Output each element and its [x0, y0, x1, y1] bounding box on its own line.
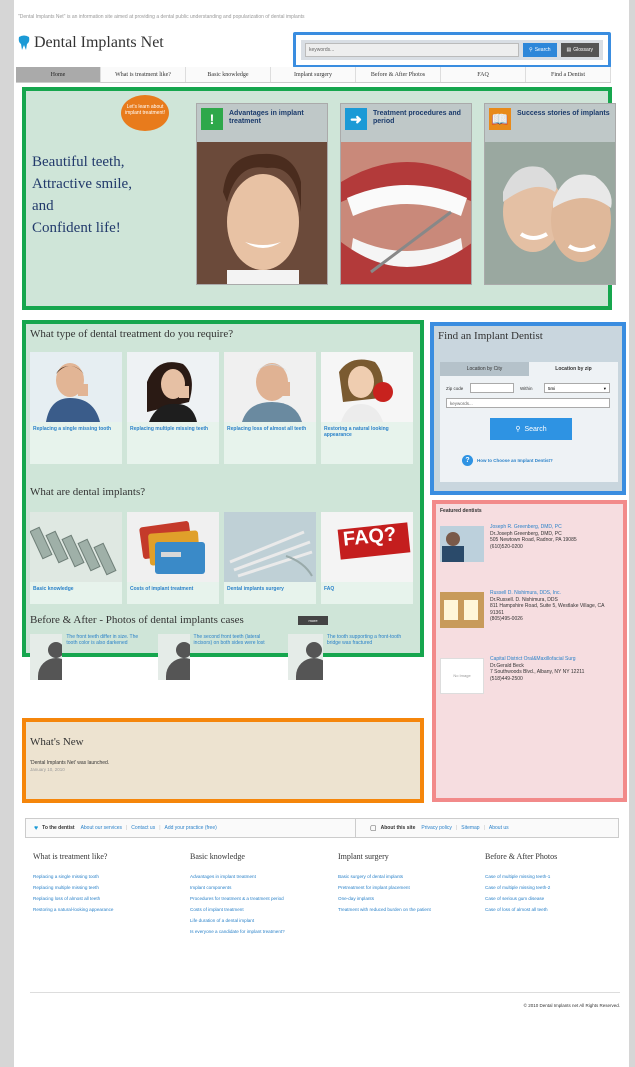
man-pain-image: [30, 352, 122, 422]
office-photo-image: [440, 592, 484, 628]
elderly-man-pain-image: [224, 352, 316, 422]
treatment-card-multiple[interactable]: Replacing multiple missing teeth: [127, 352, 219, 464]
book-icon: ▤: [566, 47, 572, 53]
search-button[interactable]: ⚲ Search: [523, 43, 557, 57]
whats-new-title: What's New: [30, 736, 84, 748]
dental-tools-image: [224, 512, 316, 582]
person-silhouette-icon: [30, 634, 63, 680]
implant-card-faq[interactable]: FAQ? FAQ: [321, 512, 413, 604]
dentist-photo-image: [440, 526, 484, 562]
tooth-logo-icon: [18, 35, 30, 50]
implant-card-surgery[interactable]: Dental implants surgery: [224, 512, 316, 604]
nav-treatment[interactable]: What is treatment like?: [101, 67, 186, 82]
footer-link-contact[interactable]: Contact us: [131, 825, 155, 831]
footer-column-treatment: What is treatment like? Replacing a sing…: [33, 852, 114, 912]
glossary-button[interactable]: ▤ Glossary: [560, 43, 599, 57]
tooth-icon: ♥: [34, 824, 39, 832]
treatment-card-almost-all[interactable]: Replacing loss of almost all teeth: [224, 352, 316, 464]
before-after-case-2[interactable]: The second front teeth (lateral incisors…: [158, 634, 278, 680]
dentist-item[interactable]: Russell D. Nishimura, DDS, Inc. Dr.Russe…: [440, 588, 620, 658]
find-search-button[interactable]: ⚲ Search: [490, 418, 572, 440]
chevron-down-icon: ▾: [603, 386, 606, 391]
search-icon: ⚲: [515, 426, 521, 433]
book-icon: 📖: [489, 108, 511, 130]
nav-find-dentist[interactable]: Find a Dentist: [526, 67, 611, 82]
tab-location-city[interactable]: Location by City: [440, 362, 529, 376]
nav-faq[interactable]: FAQ: [441, 67, 526, 82]
search-icon: ⚲: [529, 47, 533, 53]
feature-success[interactable]: 📖 Success stories of implants: [484, 103, 616, 285]
implant-card-costs[interactable]: Costs of implant treatment: [127, 512, 219, 604]
implants-title: What are dental implants?: [30, 486, 146, 498]
no-image-placeholder: No Image: [440, 658, 484, 694]
nav-basic-knowledge[interactable]: Basic knowledge: [186, 67, 271, 82]
footer-bar: ♥ To the dentist About our services | Con…: [25, 818, 619, 838]
credit-cards-image: [127, 512, 219, 582]
implant-screws-image: [30, 512, 122, 582]
window-icon: ▢: [370, 825, 377, 832]
news-date: January 10, 2010: [30, 767, 65, 772]
dentist-item[interactable]: Joseph R. Greenberg, DMD, PC Dr.Joseph G…: [440, 522, 620, 592]
feature-procedures[interactable]: ➜ Treatment procedures and period: [340, 103, 472, 285]
dentist-item[interactable]: No Image Capital District Oral&Maxillofa…: [440, 654, 620, 734]
exclamation-icon: !: [201, 108, 223, 130]
treatment-section: What type of dental treatment do you req…: [22, 320, 424, 680]
person-silhouette-icon: [158, 634, 190, 680]
how-to-choose-link[interactable]: ? How to Choose an Implant Dentist?: [462, 454, 612, 466]
footer-link-about[interactable]: About us: [489, 825, 509, 831]
woman-apple-image: [321, 352, 413, 422]
footer-column-photos: Before & After Photos Case of multiple m…: [485, 852, 558, 912]
arrow-right-icon: ➜: [345, 108, 367, 130]
woman-pain-image: [127, 352, 219, 422]
whats-new-section: What's New 'Dental Implants Net' was lau…: [22, 718, 424, 803]
question-icon: ?: [462, 454, 473, 466]
nav-before-after[interactable]: Before & After Photos: [356, 67, 441, 82]
treatment-card-natural[interactable]: Restoring a natural looking appearance: [321, 352, 413, 464]
featured-title: Featured dentists: [440, 508, 482, 514]
person-silhouette-icon: [288, 634, 323, 680]
before-after-title: Before & After - Photos of dental implan…: [30, 614, 244, 626]
copyright: © 2010 Dental Implants net All Rights Re…: [523, 1003, 620, 1008]
learn-bubble[interactable]: Let's learn about implant treatment!: [121, 95, 169, 131]
treatment-title: What type of dental treatment do you req…: [30, 328, 234, 340]
within-select[interactable]: 5mi ▾: [544, 383, 610, 393]
footer-link-sitemap[interactable]: Sitemap: [461, 825, 479, 831]
feature-advantages[interactable]: ! Advantages in implant treatment: [196, 103, 328, 285]
header-search: keywords... ⚲ Search ▤ Glossary: [293, 32, 611, 68]
find-dentist-title: Find an Implant Dentist: [438, 330, 543, 342]
before-after-case-3[interactable]: The tooth supporting a front-tooth bridg…: [288, 634, 408, 680]
news-item[interactable]: 'Dental Implants Net' was launched.: [30, 760, 109, 766]
footer-column-surgery: Implant surgery Basic surgery of dental …: [338, 852, 431, 912]
faq-sign-image: FAQ?: [321, 512, 413, 582]
hero-slogan: Beautiful teeth, Attractive smile, and C…: [32, 154, 132, 236]
find-dentist-panel: Find an Implant Dentist Location by City…: [430, 322, 626, 495]
before-after-case-1[interactable]: The front teeth differ in size. The toot…: [30, 634, 150, 680]
footer-column-basic: Basic knowledge Advantages in implant tr…: [190, 852, 285, 934]
footer-link-add-practice[interactable]: Add your practice (free): [165, 825, 217, 831]
within-label: Within: [520, 386, 533, 391]
tab-location-zip[interactable]: Location by zip: [529, 362, 618, 376]
implant-card-basic[interactable]: Basic knowledge: [30, 512, 122, 604]
treatment-card-single[interactable]: Replacing a single missing tooth: [30, 352, 122, 464]
main-nav: Home What is treatment like? Basic knowl…: [16, 67, 611, 83]
dental-mouth-image: [341, 142, 471, 284]
zip-code-input[interactable]: [470, 383, 514, 393]
nav-implant-surgery[interactable]: Implant surgery: [271, 67, 356, 82]
footer-link-privacy[interactable]: Privacy policy: [421, 825, 452, 831]
elderly-couple-image: [485, 142, 615, 284]
nav-home[interactable]: Home: [16, 67, 101, 82]
site-tagline: "Dental Implants Net" is an information …: [18, 14, 305, 20]
featured-dentists-panel: Featured dentists Joseph R. Greenberg, D…: [432, 500, 627, 802]
footer-divider: [30, 992, 620, 993]
zip-code-label: Zip code: [446, 386, 464, 391]
before-after-more-button[interactable]: more: [298, 616, 328, 625]
search-input[interactable]: keywords...: [305, 43, 520, 57]
site-logo[interactable]: Dental Implants Net: [34, 34, 164, 52]
footer-link-services[interactable]: About our services: [81, 825, 122, 831]
hero-section: Let's learn about implant treatment! Bea…: [22, 87, 616, 310]
keyword-input[interactable]: keywords...: [446, 398, 610, 408]
smiling-woman-image: [197, 142, 327, 284]
